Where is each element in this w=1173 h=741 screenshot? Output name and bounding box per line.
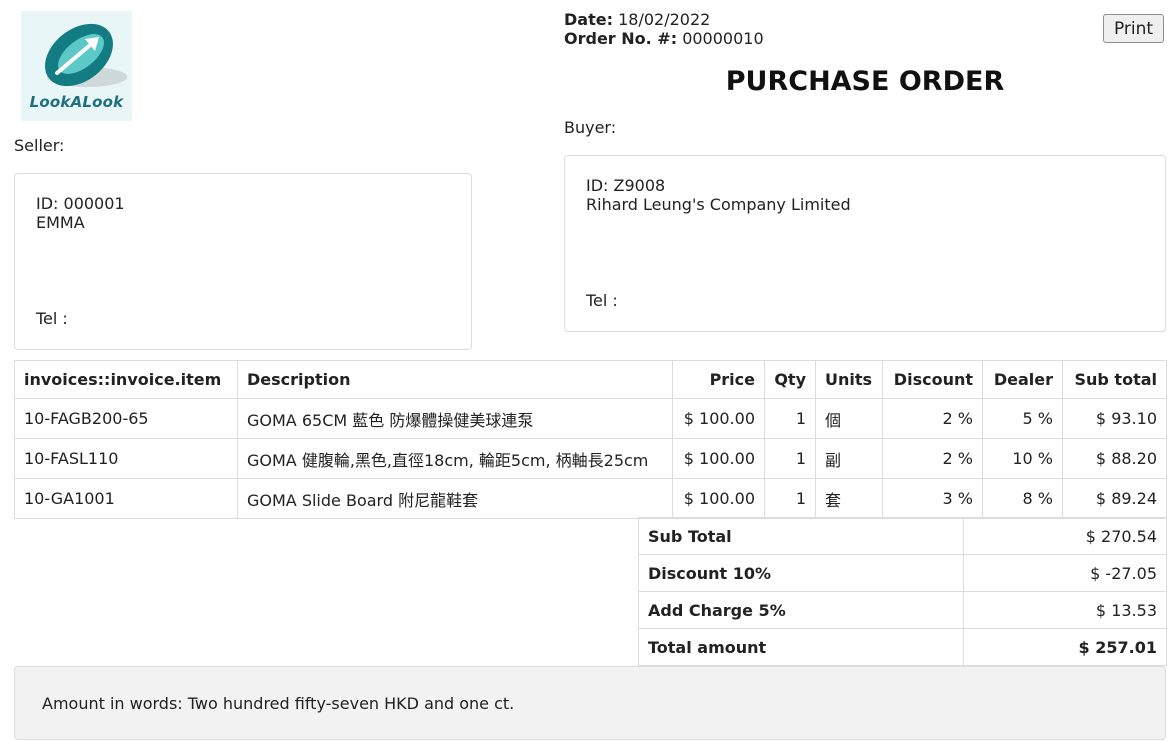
add-charge-label: Add Charge 5% bbox=[638, 591, 964, 629]
amount-in-words: Amount in words: Two hundred fifty-seven… bbox=[14, 666, 1166, 740]
buyer-label: Buyer: bbox=[564, 118, 617, 137]
order-number-label: Order No. #: bbox=[564, 29, 678, 48]
column-header-dealer: Dealer bbox=[982, 360, 1063, 399]
cell-units: 套 bbox=[815, 478, 883, 519]
table-header-row: invoices::invoice.item Description Price… bbox=[14, 360, 1167, 399]
table-row: 10-FAGB200-65 GOMA 65CM 藍色 防爆體操健美球連泵 $ 1… bbox=[14, 398, 1167, 439]
logo-text: LookALook bbox=[29, 93, 124, 111]
column-header-subtotal: Sub total bbox=[1062, 360, 1167, 399]
cell-dealer: 5 % bbox=[982, 398, 1063, 439]
subtotal-value: $ 270.54 bbox=[963, 517, 1167, 555]
add-charge-value: $ 13.53 bbox=[963, 591, 1167, 629]
subtotal-row: Sub Total $ 270.54 bbox=[638, 517, 1167, 555]
total-amount-row: Total amount $ 257.01 bbox=[638, 628, 1167, 666]
buyer-name: Rihard Leung's Company Limited bbox=[586, 195, 851, 214]
cell-units: 副 bbox=[815, 438, 883, 479]
items-table: invoices::invoice.item Description Price… bbox=[14, 360, 1167, 519]
company-logo: LookALook bbox=[21, 11, 132, 121]
column-header-item: invoices::invoice.item bbox=[14, 360, 238, 399]
cell-item: 10-FAGB200-65 bbox=[14, 398, 238, 439]
cell-price: $ 100.00 bbox=[672, 478, 765, 519]
cell-discount: 2 % bbox=[882, 398, 983, 439]
cell-qty: 1 bbox=[764, 398, 816, 439]
cell-item: 10-GA1001 bbox=[14, 478, 238, 519]
cell-price: $ 100.00 bbox=[672, 398, 765, 439]
seller-box: ID: 000001 EMMA Tel : bbox=[14, 173, 472, 350]
seller-name: EMMA bbox=[36, 213, 85, 232]
totals-table: Sub Total $ 270.54 Discount 10% $ -27.05… bbox=[638, 517, 1167, 666]
table-row: 10-FASL110 GOMA 健腹輪,黑色,直徑18cm, 輪距5cm, 柄軸… bbox=[14, 438, 1167, 479]
total-amount-value: $ 257.01 bbox=[963, 628, 1167, 666]
buyer-tel: Tel : bbox=[586, 291, 618, 310]
column-header-qty: Qty bbox=[764, 360, 816, 399]
cell-dealer: 10 % bbox=[982, 438, 1063, 479]
discount-row: Discount 10% $ -27.05 bbox=[638, 554, 1167, 592]
buyer-box: ID: Z9008 Rihard Leung's Company Limited… bbox=[564, 155, 1166, 332]
discount-label: Discount 10% bbox=[638, 554, 964, 592]
cell-description: GOMA 健腹輪,黑色,直徑18cm, 輪距5cm, 柄軸長25cm bbox=[237, 438, 673, 479]
cell-units: 個 bbox=[815, 398, 883, 439]
cell-price: $ 100.00 bbox=[672, 438, 765, 479]
seller-id: ID: 000001 bbox=[36, 194, 125, 213]
cell-subtotal: $ 88.20 bbox=[1062, 438, 1167, 479]
column-header-price: Price bbox=[672, 360, 765, 399]
table-row: 10-GA1001 GOMA Slide Board 附尼龍鞋套 $ 100.0… bbox=[14, 478, 1167, 519]
buyer-id: ID: Z9008 bbox=[586, 176, 666, 195]
order-number: 00000010 bbox=[682, 29, 764, 48]
cell-description: GOMA Slide Board 附尼龍鞋套 bbox=[237, 478, 673, 519]
cell-qty: 1 bbox=[764, 478, 816, 519]
seller-label: Seller: bbox=[14, 136, 65, 155]
column-header-discount: Discount bbox=[882, 360, 983, 399]
cell-qty: 1 bbox=[764, 438, 816, 479]
order-meta: Date: 18/02/2022 Order No. #: 00000010 bbox=[564, 10, 764, 48]
add-charge-row: Add Charge 5% $ 13.53 bbox=[638, 591, 1167, 629]
total-amount-label: Total amount bbox=[638, 628, 964, 666]
cell-dealer: 8 % bbox=[982, 478, 1063, 519]
cell-description: GOMA 65CM 藍色 防爆體操健美球連泵 bbox=[237, 398, 673, 439]
order-number-row: Order No. #: 00000010 bbox=[564, 29, 764, 48]
cell-item: 10-FASL110 bbox=[14, 438, 238, 479]
cell-subtotal: $ 93.10 bbox=[1062, 398, 1167, 439]
subtotal-label: Sub Total bbox=[638, 517, 964, 555]
column-header-units: Units bbox=[815, 360, 883, 399]
page-title: PURCHASE ORDER bbox=[725, 66, 1005, 97]
cell-subtotal: $ 89.24 bbox=[1062, 478, 1167, 519]
print-button[interactable]: Print bbox=[1103, 14, 1164, 43]
order-date-row: Date: 18/02/2022 bbox=[564, 10, 764, 29]
date-label: Date: bbox=[564, 10, 613, 29]
order-date: 18/02/2022 bbox=[618, 10, 711, 29]
cell-discount: 2 % bbox=[882, 438, 983, 479]
cell-discount: 3 % bbox=[882, 478, 983, 519]
column-header-description: Description bbox=[237, 360, 673, 399]
seller-tel: Tel : bbox=[36, 309, 68, 328]
discount-value: $ -27.05 bbox=[963, 554, 1167, 592]
